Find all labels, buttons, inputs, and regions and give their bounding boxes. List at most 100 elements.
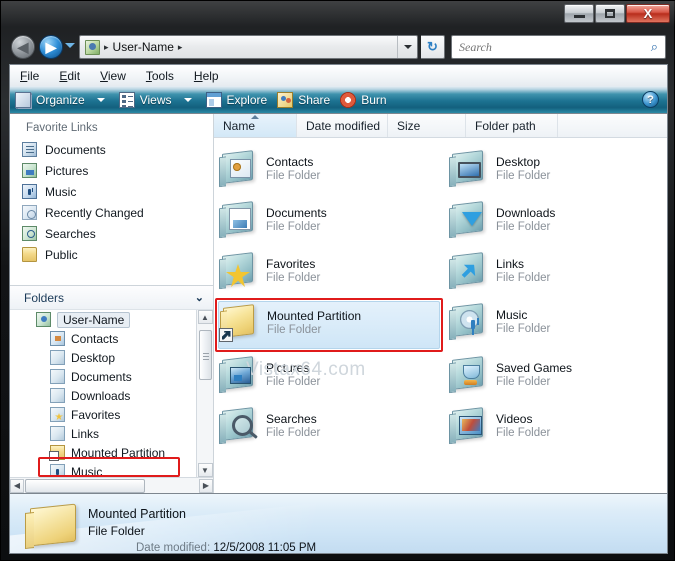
list-item-mounted-partition[interactable]: Mounted Partition File Folder — [218, 301, 440, 349]
refresh-button[interactable]: ↻ — [421, 35, 445, 59]
favorite-link-music[interactable]: Music — [10, 181, 213, 202]
back-button[interactable]: ◀ — [11, 35, 35, 59]
column-header-name[interactable]: Name — [214, 114, 297, 137]
mounted-partition-icon — [49, 445, 65, 461]
list-item-pictures[interactable]: Pictures File Folder — [218, 354, 440, 404]
music-folder-icon — [448, 301, 490, 341]
share-button[interactable]: Share — [272, 86, 335, 113]
list-item-documents[interactable]: Documents File Folder — [218, 199, 440, 249]
item-type: File Folder — [496, 170, 551, 182]
recent-pages-chevron-down-icon[interactable] — [65, 43, 75, 48]
favorite-link-public[interactable]: Public — [10, 244, 213, 265]
folders-header[interactable]: Folders ⌄ — [10, 285, 213, 309]
mounted-partition-icon — [30, 503, 76, 547]
explore-button[interactable]: Explore — [201, 86, 273, 113]
command-toolbar: Organize Views Explore Share Burn ? — [9, 86, 668, 114]
list-item-desktop[interactable]: Desktop File Folder — [448, 148, 658, 198]
favorite-link-pictures[interactable]: Pictures — [10, 160, 213, 181]
views-button[interactable]: Views — [114, 86, 177, 113]
forward-button[interactable]: ▶ — [39, 35, 63, 59]
tree-hscrollbar-track[interactable] — [24, 478, 199, 493]
list-item-contacts[interactable]: Contacts File Folder — [218, 148, 440, 198]
tree-item-desktop[interactable]: Desktop — [10, 348, 213, 367]
item-name: Saved Games — [496, 361, 573, 375]
file-list: Contacts File Folder Desktop File Folder — [214, 138, 667, 493]
details-type: File Folder — [88, 524, 145, 538]
list-item-music[interactable]: Music File Folder — [448, 301, 658, 351]
column-label: Date modified — [306, 118, 381, 133]
menu-item-help[interactable]: Help — [184, 69, 229, 83]
list-item-videos[interactable]: Videos File Folder — [448, 405, 658, 455]
organize-button[interactable]: Organize — [10, 86, 90, 113]
column-header-folder-path[interactable]: Folder path — [466, 114, 558, 137]
list-item-links[interactable]: Links File Folder — [448, 250, 658, 300]
burn-button[interactable]: Burn — [335, 86, 391, 113]
favorite-links-list: Documents Pictures Music Recently Change… — [10, 139, 213, 269]
list-item-downloads[interactable]: Downloads File Folder — [448, 199, 658, 249]
tree-scrollbar-thumb[interactable] — [198, 330, 212, 380]
item-type: File Folder — [266, 427, 321, 439]
searches-folder-icon — [218, 405, 260, 445]
favorite-links-header: Favorite Links — [26, 122, 98, 134]
breadcrumb-user-name[interactable]: User-Name — [113, 40, 174, 54]
menu-item-view[interactable]: View — [90, 69, 136, 83]
favorite-link-recently-changed[interactable]: Recently Changed — [10, 202, 213, 223]
item-name: Pictures — [266, 361, 310, 375]
tree-item-documents[interactable]: Documents — [10, 367, 213, 386]
tree-item-label: Documents — [71, 369, 132, 384]
details-pane: Mounted Partition File Folder Date modif… — [9, 494, 668, 554]
user-folder-icon — [36, 312, 51, 327]
maximize-button[interactable] — [595, 4, 625, 23]
tree-item-downloads[interactable]: Downloads — [10, 386, 213, 405]
minimize-button[interactable] — [564, 4, 594, 23]
tree-hscrollbar-thumb[interactable] — [25, 478, 145, 493]
maximize-icon — [605, 9, 615, 18]
favorite-link-label: Documents — [45, 142, 106, 157]
column-header-date-modified[interactable]: Date modified — [297, 114, 388, 137]
menu-item-file[interactable]: File — [10, 69, 49, 83]
chevron-down-icon[interactable]: ⌄ — [195, 291, 204, 304]
item-name: Music — [496, 308, 528, 322]
menu-item-tools[interactable]: Tools — [136, 69, 184, 83]
tree-item-label: Mounted Partition — [71, 445, 166, 460]
scroll-down-button[interactable]: ▼ — [197, 463, 213, 477]
list-item-saved-games[interactable]: Saved Games File Folder — [448, 354, 658, 404]
tree-vertical-scrollbar[interactable]: ▲ ▼ — [196, 310, 213, 477]
views-chevron-down-icon[interactable] — [183, 97, 192, 102]
breadcrumb-separator-icon[interactable]: ▸ — [174, 42, 187, 53]
downloads-folder-icon — [448, 199, 490, 239]
favorite-link-searches[interactable]: Searches — [10, 223, 213, 244]
menu-item-edit[interactable]: Edit — [49, 69, 90, 83]
tree-item-links[interactable]: Links — [10, 424, 213, 443]
close-button[interactable]: X — [626, 4, 670, 23]
user-folder-icon — [85, 39, 100, 55]
breadcrumb-separator-icon: ▸ — [104, 41, 109, 52]
column-header-size[interactable]: Size — [388, 114, 466, 137]
address-bar[interactable]: ▸ User-Name ▸ — [79, 35, 418, 59]
tree-item-mounted-partition[interactable]: Mounted Partition — [10, 443, 213, 462]
address-dropdown-button[interactable] — [397, 36, 417, 58]
refresh-icon: ↻ — [427, 39, 438, 54]
scroll-left-button[interactable]: ◀ — [10, 478, 24, 493]
tree-item-label: User-Name — [57, 311, 131, 328]
saved-games-folder-icon — [448, 354, 490, 394]
forward-arrow-icon: ▶ — [45, 38, 57, 55]
organize-chevron-down-icon[interactable] — [96, 97, 105, 102]
search-box[interactable]: ⌕ — [451, 35, 666, 59]
file-list-pane: Name Date modified Size Folder path Cont… — [214, 114, 667, 493]
search-input[interactable] — [452, 39, 632, 55]
organize-icon — [15, 91, 31, 108]
scroll-up-button[interactable]: ▲ — [197, 310, 213, 324]
tree-item-favorites[interactable]: Favorites — [10, 405, 213, 424]
favorite-link-documents[interactable]: Documents — [10, 139, 213, 160]
list-item-favorites[interactable]: Favorites File Folder — [218, 250, 440, 300]
documents-folder-icon — [218, 199, 260, 239]
tree-item-user-name[interactable]: User-Name — [10, 310, 213, 329]
scroll-right-button[interactable]: ▶ — [199, 478, 213, 493]
tree-item-contacts[interactable]: Contacts — [10, 329, 213, 348]
tree-horizontal-scrollbar[interactable]: ◀ ▶ — [10, 477, 213, 493]
list-item-searches[interactable]: Searches File Folder — [218, 405, 440, 455]
search-icon: ⌕ — [650, 39, 658, 54]
help-button[interactable]: ? — [642, 91, 659, 108]
tree-item-music[interactable]: Music — [10, 462, 213, 477]
